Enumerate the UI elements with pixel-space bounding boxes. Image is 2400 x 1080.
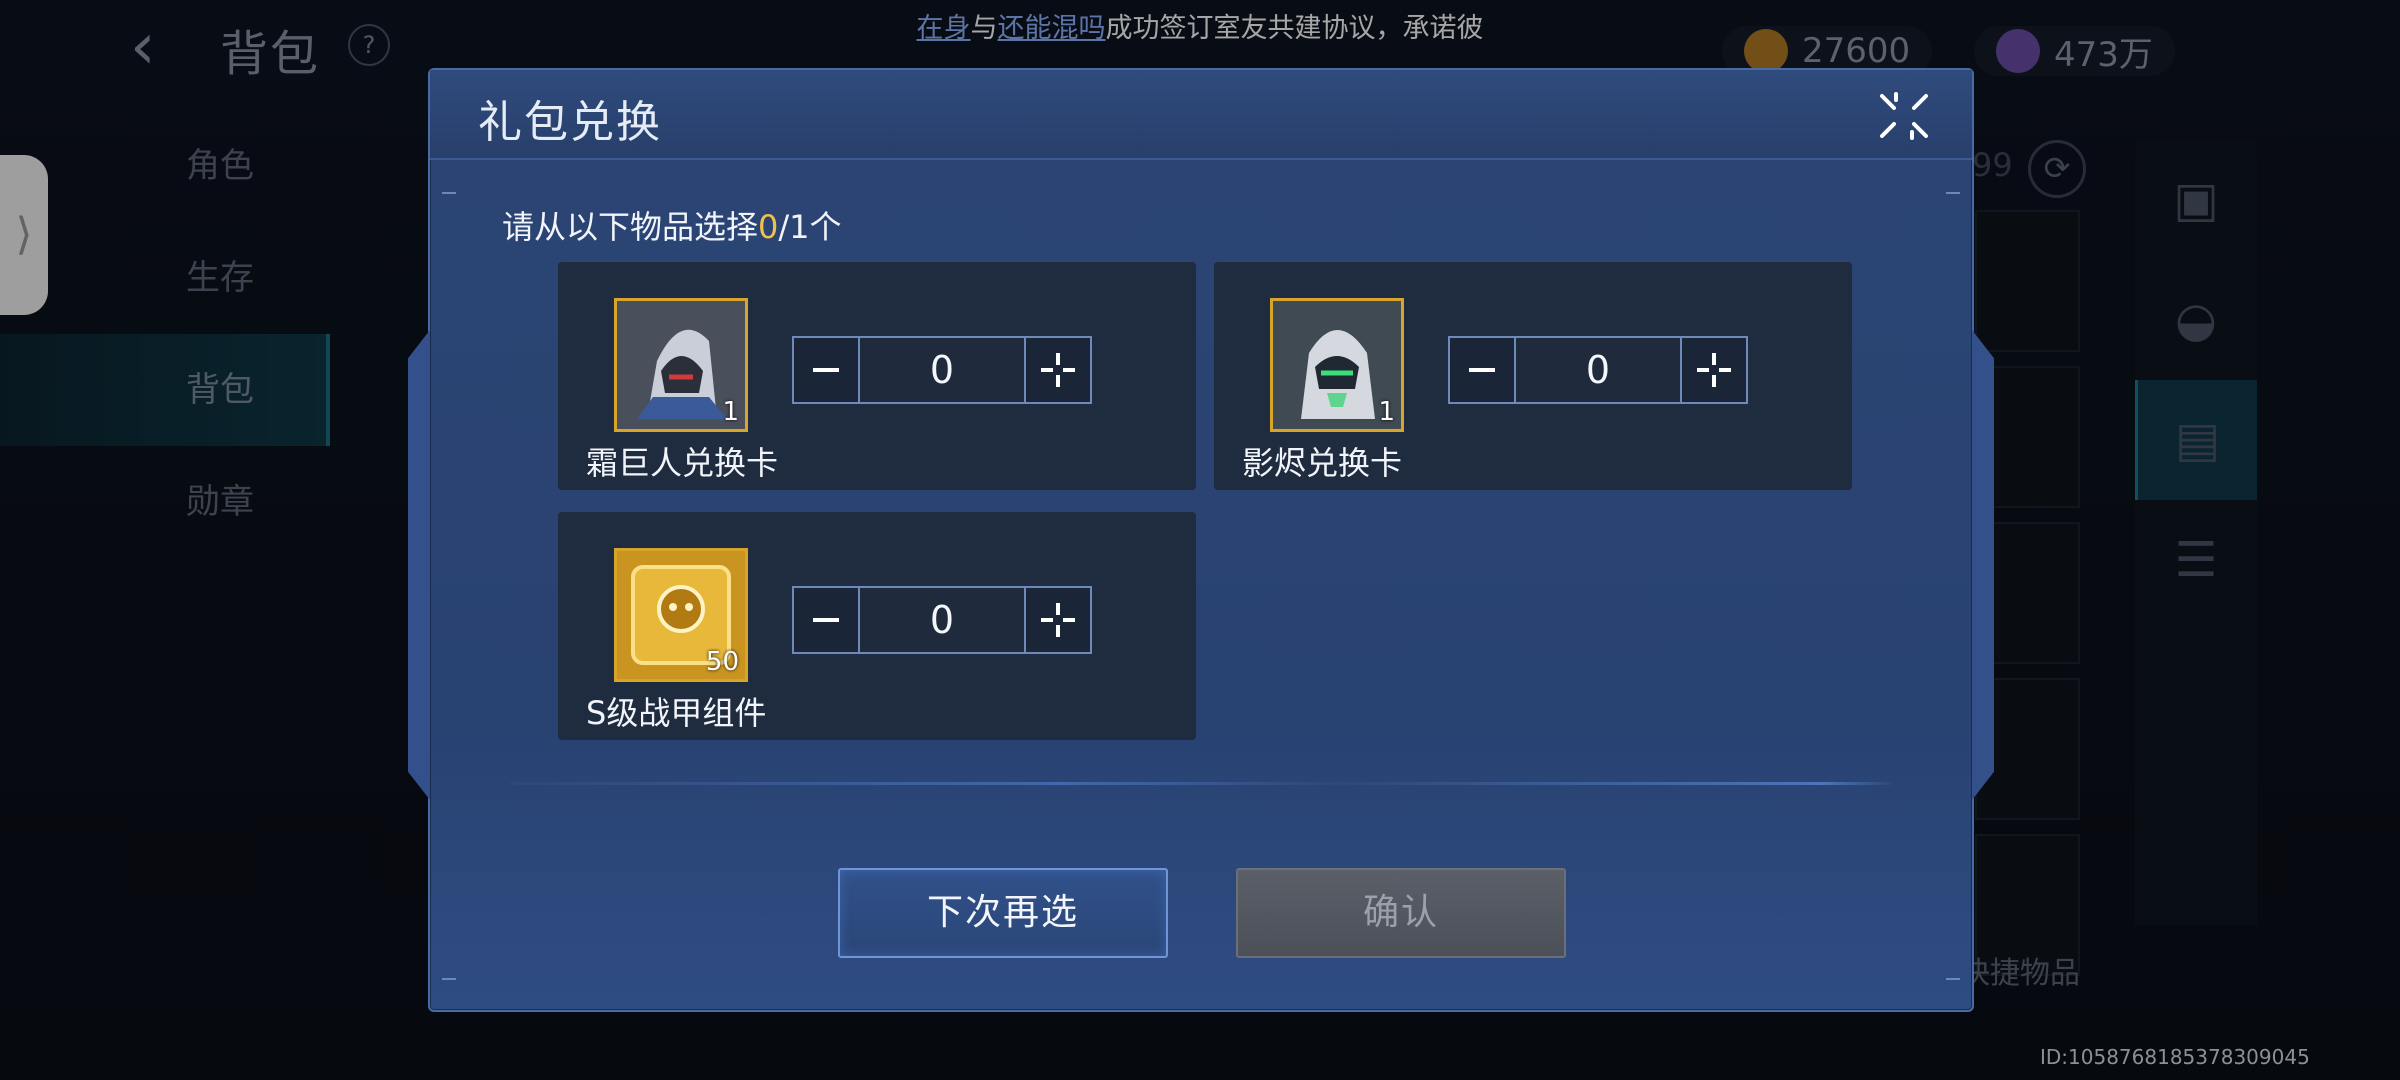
dialog-side-right [1972, 330, 1994, 800]
choose-later-button[interactable]: 下次再选 [838, 868, 1168, 958]
dialog-header: 礼包兑换 [430, 70, 1972, 160]
increase-button[interactable] [1026, 338, 1090, 402]
item-name: 影烬兑换卡 [1242, 444, 1403, 482]
gift-exchange-dialog: 礼包兑换 请从以下物品选择0/1个 1 0 霜巨人兑换卡 1 0 影烬兑换卡 5… [408, 68, 1994, 1012]
reward-card: 50 0 S级战甲组件 [558, 512, 1196, 740]
decrease-button[interactable] [794, 338, 858, 402]
instruction-prefix: 请从以下物品选择 [502, 208, 759, 246]
selected-count: 0 [758, 208, 779, 246]
quantity-value[interactable]: 0 [858, 338, 1026, 402]
corner-ornament [1946, 192, 1960, 194]
item-count: 1 [1378, 397, 1395, 427]
reward-card: 1 0 霜巨人兑换卡 [558, 262, 1196, 490]
corner-ornament [442, 978, 456, 980]
quantity-stepper: 0 [792, 336, 1092, 404]
confirm-button[interactable]: 确认 [1236, 868, 1566, 958]
increase-button[interactable] [1682, 338, 1746, 402]
dialog-title: 礼包兑换 [478, 97, 662, 148]
corner-ornament [442, 192, 456, 194]
close-icon[interactable] [1876, 90, 1932, 142]
item-name: 霜巨人兑换卡 [586, 444, 779, 482]
selection-instruction: 请从以下物品选择0/1个 [502, 202, 842, 248]
quantity-value[interactable]: 0 [1514, 338, 1682, 402]
quantity-stepper: 0 [792, 586, 1092, 654]
item-count: 1 [722, 397, 739, 427]
corner-ornament [1946, 978, 1960, 980]
instruction-suffix: /1个 [778, 208, 842, 246]
decrease-button[interactable] [794, 588, 858, 652]
quantity-stepper: 0 [1448, 336, 1748, 404]
item-count: 50 [705, 647, 739, 677]
dialog-side-left [408, 330, 430, 800]
armor-component-icon[interactable]: 50 [614, 548, 748, 682]
divider [510, 782, 1892, 785]
item-name: S级战甲组件 [586, 694, 767, 732]
shadow-ember-card-icon[interactable]: 1 [1270, 298, 1404, 432]
increase-button[interactable] [1026, 588, 1090, 652]
decrease-button[interactable] [1450, 338, 1514, 402]
reward-card: 1 0 影烬兑换卡 [1214, 262, 1852, 490]
quantity-value[interactable]: 0 [858, 588, 1026, 652]
frost-giant-card-icon[interactable]: 1 [614, 298, 748, 432]
